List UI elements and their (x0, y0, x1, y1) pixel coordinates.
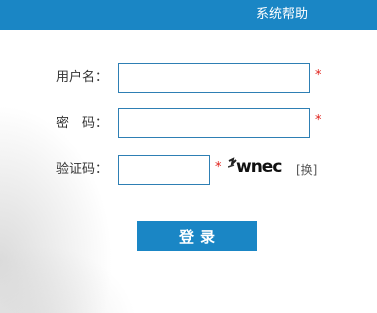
help-link[interactable]: 系统帮助 (256, 0, 308, 30)
captcha-noise-mark (228, 157, 237, 168)
password-input[interactable] (118, 108, 310, 138)
username-label: 用户名： (56, 70, 109, 85)
captcha-label: 验证码： (56, 162, 109, 177)
captcha-noise-line (228, 164, 235, 168)
login-button[interactable]: 登录 (137, 221, 257, 251)
password-required-mark: * (315, 113, 322, 128)
username-input[interactable] (118, 63, 310, 93)
username-required-mark: * (315, 68, 322, 83)
top-bar: 系统帮助 (0, 0, 377, 30)
refresh-captcha-link[interactable]: [换] (296, 160, 317, 180)
captcha-text: wnec (236, 157, 281, 177)
captcha-input[interactable] (118, 155, 210, 185)
captcha-image[interactable]: wnec (228, 155, 290, 177)
password-label: 密 码： (56, 116, 109, 131)
captcha-required-mark: * (215, 160, 222, 175)
